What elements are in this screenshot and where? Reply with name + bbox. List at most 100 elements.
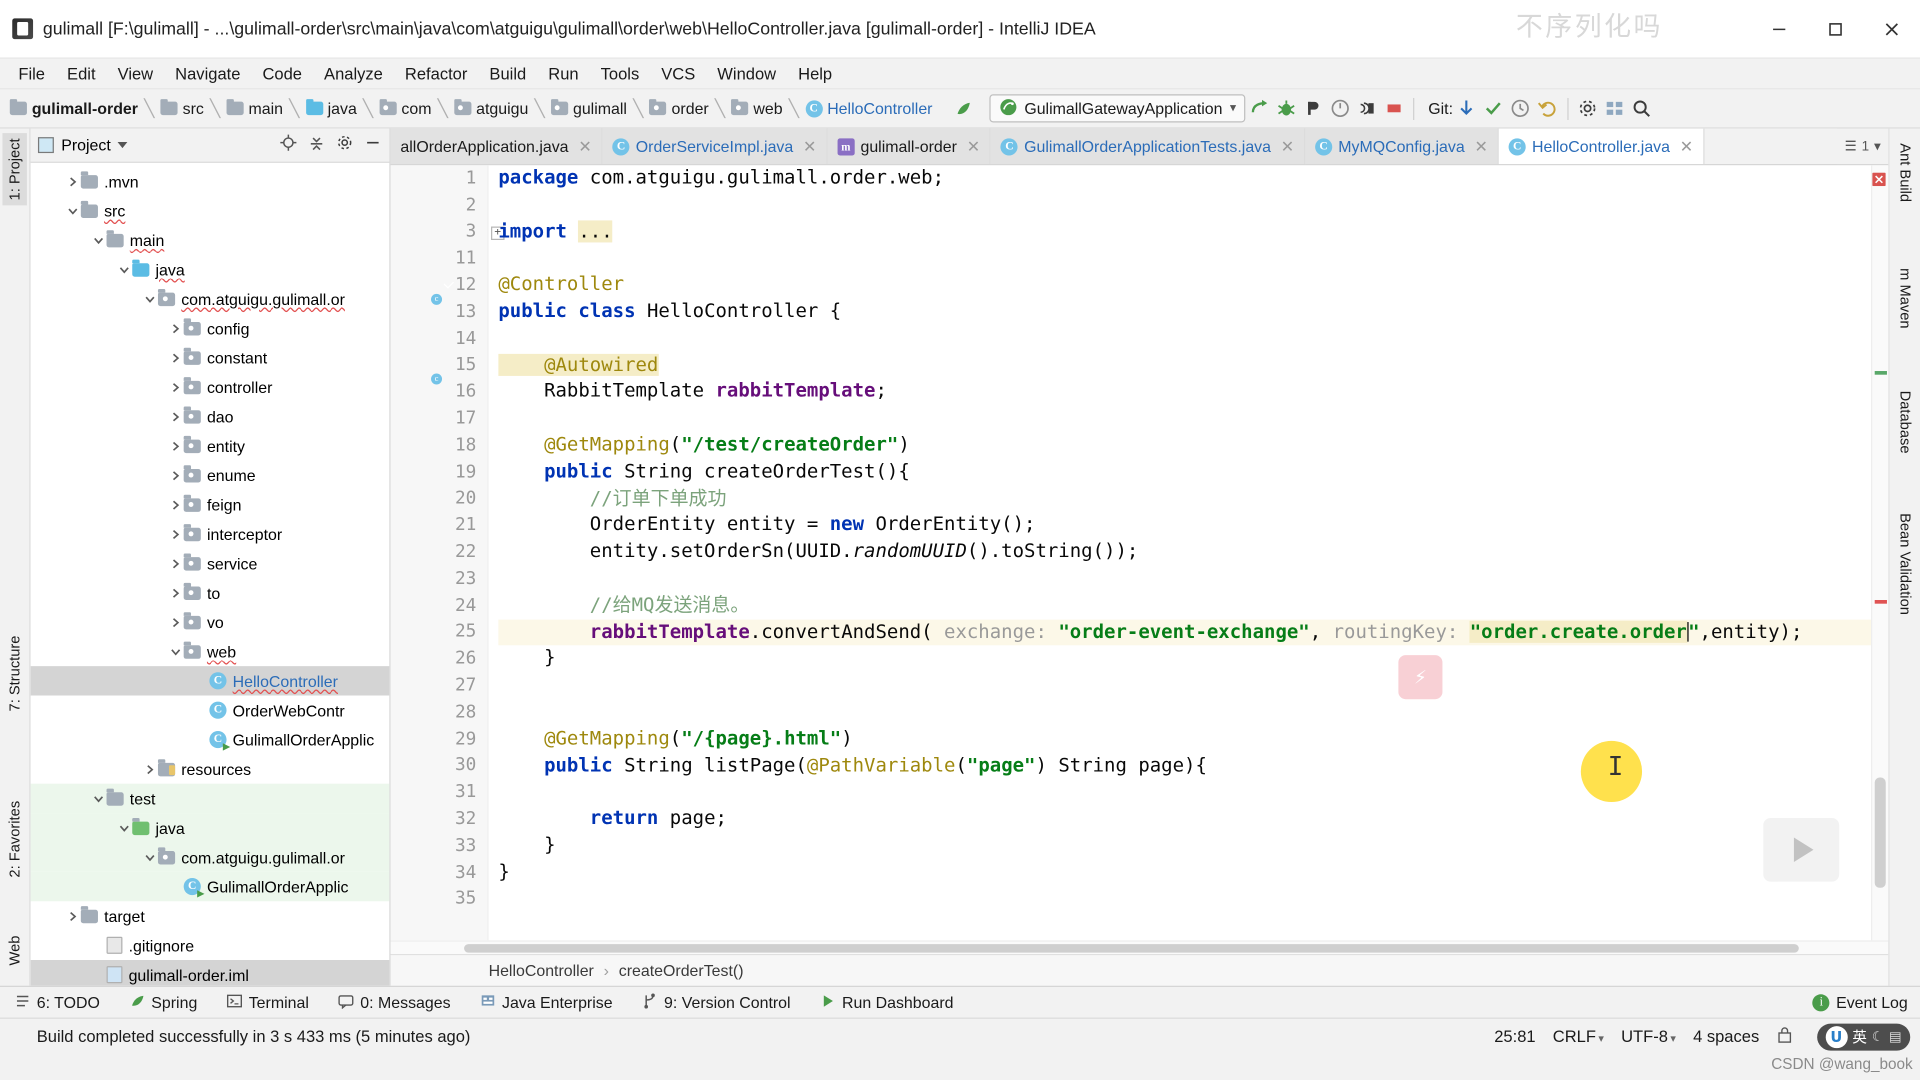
close-icon[interactable]: ✕ <box>1680 137 1693 157</box>
locate-icon[interactable] <box>279 133 297 157</box>
code-line-26[interactable]: } <box>498 646 1888 673</box>
code-line-14[interactable] <box>498 325 1888 352</box>
run-icon[interactable] <box>1246 95 1273 122</box>
breadcrumb-item-hellocontroller[interactable]: C HelloController <box>805 99 932 118</box>
chevron-down-icon[interactable] <box>89 793 106 804</box>
code-line-31[interactable] <box>498 779 1888 806</box>
project-tree[interactable]: .mvn src main java com.atguigu.gulimall.or co… <box>30 163 390 986</box>
tree-node-test[interactable]: test <box>30 783 390 814</box>
editor-tab-hellocontroller-java[interactable]: C HelloController.java ✕ <box>1498 128 1705 165</box>
code-line-28[interactable] <box>498 699 1888 726</box>
chevron-right-icon[interactable] <box>167 411 184 422</box>
gutter-line-26[interactable]: 26 <box>391 646 488 673</box>
debug-icon[interactable] <box>1273 95 1300 122</box>
tree-node-com-atguigu-gulimall-or[interactable]: com.atguigu.gulimall.or <box>31 284 390 313</box>
chevron-right-icon[interactable] <box>167 558 184 569</box>
code-line-22[interactable]: entity.setOrderSn(UUID.randomUUID().toSt… <box>498 539 1888 566</box>
sidebar-item-project[interactable]: 1: Project <box>2 133 27 206</box>
code-line-15[interactable]: @Autowired <box>498 352 1888 379</box>
code-line-23[interactable] <box>498 566 1888 593</box>
gutter-line-19[interactable]: 19 <box>391 459 488 486</box>
tree-node-java[interactable]: java <box>31 255 390 284</box>
breadcrumb-item-src[interactable]: src <box>160 98 204 118</box>
close-icon[interactable]: ✕ <box>967 137 980 157</box>
gutter-line-16[interactable]: 16 <box>391 379 488 406</box>
close-icon[interactable]: ✕ <box>1475 137 1488 157</box>
bottom-tab-run-dashboard[interactable]: Run Dashboard <box>805 992 968 1012</box>
chevron-down-icon[interactable] <box>141 293 158 304</box>
gutter-line-21[interactable]: 21 <box>391 512 488 539</box>
attach-icon[interactable] <box>1354 95 1381 122</box>
breadcrumb-item-order[interactable]: order <box>649 98 709 118</box>
chevron-down-icon[interactable]: ▾ <box>1874 138 1881 155</box>
tree-node-gulimallorderapplic[interactable]: C GulimallOrderApplic <box>31 725 390 754</box>
gutter-line-14[interactable]: 14 <box>391 325 488 352</box>
code-line-21[interactable]: OrderEntity entity = new OrderEntity(); <box>498 512 1888 539</box>
chevron-down-icon[interactable]: ▾ <box>1230 102 1236 115</box>
stop-icon[interactable] <box>1381 95 1408 122</box>
gutter-line-27[interactable]: 27 <box>391 672 488 699</box>
lock-icon[interactable] <box>1776 1026 1792 1047</box>
breadcrumb-class[interactable]: HelloController <box>489 961 594 979</box>
chevron-down-icon[interactable] <box>115 822 132 833</box>
code-line-30[interactable]: public String listPage(@PathVariable("pa… <box>498 752 1888 779</box>
code-line-34[interactable]: } <box>498 859 1888 886</box>
code-line-27[interactable] <box>498 672 1888 699</box>
tree-node-web[interactable]: web <box>31 637 390 666</box>
run-configuration-selector[interactable]: GulimallGatewayApplication ▾ <box>988 94 1246 123</box>
bottom-tab-terminal[interactable]: Terminal <box>212 992 324 1012</box>
chevron-down-icon[interactable] <box>141 852 158 863</box>
run-with-coverage-icon[interactable] <box>1300 95 1327 122</box>
chevron-down-icon[interactable] <box>64 205 81 216</box>
rollback-icon[interactable] <box>1534 95 1561 122</box>
breadcrumb-item-java[interactable]: java <box>305 98 357 118</box>
tree-node-orderwebcontr[interactable]: C OrderWebContr <box>31 696 390 725</box>
sidebar-item-web[interactable]: Web <box>2 931 26 971</box>
chevron-right-icon[interactable] <box>64 176 81 187</box>
menu-item-file[interactable]: File <box>7 62 56 85</box>
scrollbar-marker-red[interactable] <box>1874 600 1887 604</box>
sidebar-item-maven[interactable]: m Maven <box>1893 263 1917 333</box>
hide-icon[interactable] <box>364 133 382 157</box>
editor-gutter[interactable]: 1 2 3 +11 12 13 14 15 16 17 18 19 20 21 22 23 24 25 26 27 28… <box>390 165 505 941</box>
profile-icon[interactable] <box>1327 95 1354 122</box>
menu-item-view[interactable]: View <box>107 62 165 85</box>
gutter-line-3[interactable]: 3 + <box>391 219 505 246</box>
update-project-icon[interactable] <box>1453 95 1480 122</box>
editor-tab-gulimall-order[interactable]: m gulimall-order ✕ <box>827 128 992 165</box>
bottom-tab-6-todo[interactable]: 6: TODO <box>0 992 115 1012</box>
menu-item-window[interactable]: Window <box>706 62 787 85</box>
menu-item-edit[interactable]: Edit <box>56 62 107 85</box>
gutter-line-30[interactable]: 30 <box>391 752 488 779</box>
code-line-19[interactable]: public String createOrderTest(){ <box>498 459 1888 486</box>
hscrollbar-thumb[interactable] <box>464 944 1799 953</box>
breadcrumb-item-atguigu[interactable]: atguigu <box>454 98 528 118</box>
tree-node-controller[interactable]: controller <box>31 372 390 401</box>
maximize-button[interactable] <box>1807 0 1863 58</box>
gutter-line-18[interactable]: 18 <box>391 432 488 459</box>
tree-node-dao[interactable]: dao <box>31 402 390 431</box>
tree-node-resources[interactable]: resources <box>31 754 390 783</box>
event-log-button[interactable]: i Event Log <box>1801 993 1920 1011</box>
editor-tab-orderserviceimpl-java[interactable]: C OrderServiceImpl.java ✕ <box>602 128 828 165</box>
chevron-right-icon[interactable] <box>167 352 184 363</box>
tree-node-service[interactable]: service <box>31 549 390 578</box>
chevron-right-icon[interactable] <box>167 470 184 481</box>
code-line-12[interactable]: @Controller <box>498 272 1888 299</box>
tree-node-main[interactable]: main <box>31 225 390 254</box>
chevron-right-icon[interactable] <box>167 381 184 392</box>
bottom-tab-9-version-control[interactable]: 9: Version Control <box>627 992 805 1012</box>
code-line-32[interactable]: return page; <box>498 806 1888 833</box>
chevron-down-icon[interactable] <box>89 234 106 245</box>
editor-tab-gulimallorderapplicationtests-java[interactable]: C GulimallOrderApplicationTests.java ✕ <box>991 128 1306 165</box>
menu-item-tools[interactable]: Tools <box>590 62 651 85</box>
tree-node-java[interactable]: java <box>30 813 390 843</box>
menu-item-navigate[interactable]: Navigate <box>164 62 251 85</box>
code-line-29[interactable]: @GetMapping("/{page}.html") <box>498 726 1888 753</box>
ime-indicator[interactable]: U 英 ☾ ▤ <box>1816 1023 1911 1051</box>
gutter-line-31[interactable]: 31 <box>391 779 488 806</box>
menu-item-refactor[interactable]: Refactor <box>394 62 479 85</box>
chevron-right-icon[interactable] <box>167 323 184 334</box>
editor-tab-overflow[interactable]: ☰ 1 ▾ <box>1837 128 1889 165</box>
chevron-down-icon[interactable] <box>115 264 132 275</box>
